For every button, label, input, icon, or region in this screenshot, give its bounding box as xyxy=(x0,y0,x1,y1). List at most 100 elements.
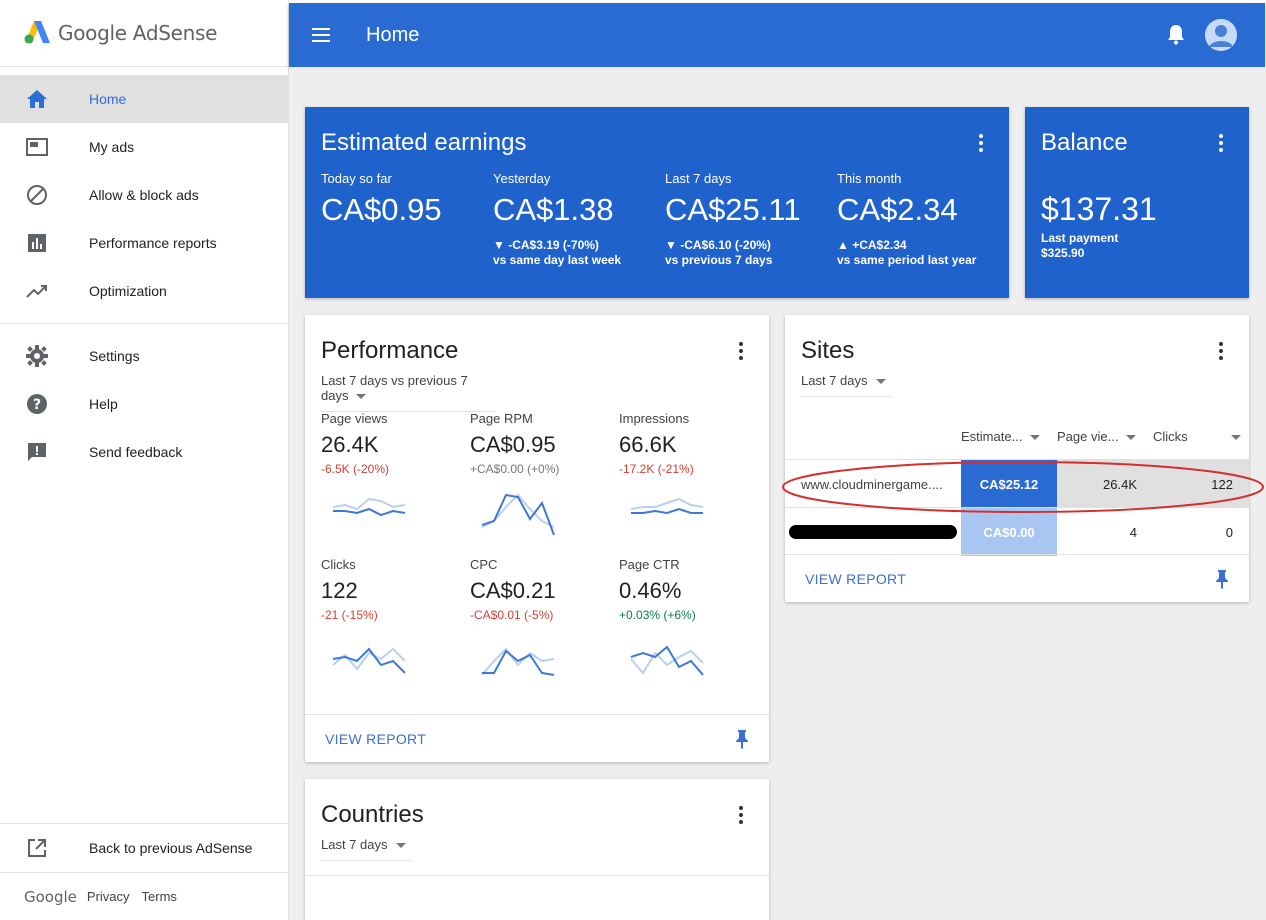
sidebar-item-performance-reports[interactable]: Performance reports xyxy=(0,219,288,267)
metric-label: CPC xyxy=(470,557,498,572)
column-header-estimated-earnings[interactable]: Estimate... xyxy=(961,429,1041,444)
sidebar-item-label: My ads xyxy=(89,139,135,155)
sidebar-item-optimization[interactable]: Optimization xyxy=(0,267,288,315)
metric-label: Clicks xyxy=(321,557,356,572)
metric-value: 0.46% xyxy=(619,578,682,603)
sparkline-page-ctr xyxy=(630,645,704,676)
last-payment-value: $325.90 xyxy=(1041,246,1085,260)
metric-label: Page views xyxy=(321,411,388,426)
sidebar-item-label: Send feedback xyxy=(89,444,183,460)
earnings-last-7-days: Last 7 days CA$25.11 ▼ -CA$6.10 (-20%) v… xyxy=(665,171,801,267)
pin-icon[interactable] xyxy=(1215,569,1229,594)
back-to-previous-adsense-link[interactable]: Back to previous AdSense xyxy=(0,824,288,872)
adsense-logo[interactable]: Google AdSense xyxy=(0,0,288,67)
earnings-this-month: This month CA$2.34 ▲ +CA$2.34 vs same pe… xyxy=(837,171,976,267)
metric-page-views[interactable]: Page views 26.4K -6.5K (-20%) xyxy=(321,411,461,476)
card-title: Sites xyxy=(801,337,855,364)
terms-link[interactable]: Terms xyxy=(142,889,177,904)
feedback-icon xyxy=(25,440,49,464)
more-vert-icon[interactable] xyxy=(1211,341,1231,361)
earnings-label: Last 7 days xyxy=(665,171,732,186)
date-range-dropdown[interactable]: Last 7 days vs previous 7 days xyxy=(321,373,496,412)
sidebar-item-my-ads[interactable]: My ads xyxy=(0,123,288,171)
card-divider xyxy=(305,875,769,876)
more-vert-icon[interactable] xyxy=(731,805,751,825)
column-header-clicks[interactable]: Clicks xyxy=(1153,429,1241,444)
date-range-label: Last 7 days xyxy=(321,837,388,852)
view-report-button[interactable]: VIEW REPORT xyxy=(805,571,906,587)
earnings-value: CA$0.95 xyxy=(321,192,442,227)
card-title: Countries xyxy=(321,801,424,828)
sidebar-item-settings[interactable]: Settings xyxy=(0,332,288,380)
metric-change: -21 (-15%) xyxy=(321,608,378,622)
sidebar-item-label: Optimization xyxy=(89,283,167,299)
main-content: Estimated earnings Today so far CA$0.95 … xyxy=(289,67,1266,920)
notifications-bell-icon[interactable] xyxy=(1167,24,1185,50)
metric-value: CA$0.21 xyxy=(470,578,556,603)
metric-label: Impressions xyxy=(619,411,690,426)
metric-page-rpm[interactable]: Page RPM CA$0.95 +CA$0.00 (+0%) xyxy=(470,411,610,476)
estimated-earnings-card: Estimated earnings Today so far CA$0.95 … xyxy=(305,107,1009,298)
privacy-link[interactable]: Privacy xyxy=(87,889,130,904)
earnings-change: ▲ +CA$2.34 xyxy=(837,238,907,252)
date-range-dropdown[interactable]: Last 7 days xyxy=(801,373,891,397)
metric-value: 26.4K xyxy=(321,432,379,457)
earnings-value: CA$1.38 xyxy=(493,192,614,227)
menu-icon[interactable] xyxy=(289,28,353,42)
sparkline-page-views xyxy=(332,497,406,517)
metric-impressions[interactable]: Impressions 66.6K -17.2K (-21%) xyxy=(619,411,759,476)
sidebar-divider xyxy=(0,323,288,324)
account-avatar[interactable] xyxy=(1205,19,1237,51)
adsense-logo-icon xyxy=(24,21,52,45)
back-link-label: Back to previous AdSense xyxy=(89,840,253,856)
card-footer: VIEW REPORT xyxy=(305,714,769,762)
metric-page-ctr[interactable]: Page CTR 0.46% +0.03% (+6%) xyxy=(619,557,759,622)
block-icon xyxy=(25,183,49,207)
metric-change: -CA$0.01 (-5%) xyxy=(470,608,554,622)
earnings-value: CA$25.11 xyxy=(665,192,801,227)
sidebar: Google AdSense Home My ads Allow & block… xyxy=(0,0,289,920)
home-icon xyxy=(25,87,49,111)
balance-value: $137.31 xyxy=(1041,191,1157,227)
sidebar-item-label: Allow & block ads xyxy=(89,187,199,203)
more-vert-icon[interactable] xyxy=(731,341,751,361)
earnings-compare: vs same period last year xyxy=(837,253,977,267)
dropdown-arrow-icon xyxy=(875,379,886,385)
metric-cpc[interactable]: CPC CA$0.21 -CA$0.01 (-5%) xyxy=(470,557,610,622)
metric-change: +0.03% (+6%) xyxy=(619,608,696,622)
earnings-label: Today so far xyxy=(321,171,392,186)
column-header-label: Page vie... xyxy=(1057,429,1119,444)
earnings-compare: vs same day last week xyxy=(493,253,622,267)
google-wordmark: Google xyxy=(24,887,77,906)
pin-icon[interactable] xyxy=(735,729,749,754)
sparkline-clicks xyxy=(332,647,406,674)
sidebar-item-label: Settings xyxy=(89,348,140,364)
card-title: Performance xyxy=(321,337,459,364)
last-payment-label: Last payment xyxy=(1041,231,1119,245)
svg-text:?: ? xyxy=(33,397,41,413)
more-vert-icon[interactable] xyxy=(971,133,991,153)
metric-label: Page CTR xyxy=(619,557,680,572)
sidebar-item-send-feedback[interactable]: Send feedback xyxy=(0,428,288,476)
metric-clicks[interactable]: Clicks 122 -21 (-15%) xyxy=(321,557,461,622)
balance-card: Balance $137.31 Last payment $325.90 xyxy=(1025,107,1249,298)
sparkline-page-rpm xyxy=(481,493,555,536)
more-vert-icon[interactable] xyxy=(1211,133,1231,153)
earnings-value: CA$2.34 xyxy=(837,192,958,227)
view-report-button[interactable]: VIEW REPORT xyxy=(325,731,426,747)
sidebar-item-allow-block[interactable]: Allow & block ads xyxy=(0,171,288,219)
column-header-page-views[interactable]: Page vie... xyxy=(1057,429,1137,444)
sidebar-item-home[interactable]: Home xyxy=(0,75,288,123)
earnings-today: Today so far CA$0.95 xyxy=(321,171,442,228)
sparkline-impressions xyxy=(630,497,704,515)
date-range-dropdown[interactable]: Last 7 days xyxy=(321,837,411,861)
column-header-label: Clicks xyxy=(1153,429,1188,444)
earnings-label: This month xyxy=(837,171,902,186)
metric-value: 122 xyxy=(321,578,358,603)
sidebar-item-help[interactable]: ? Help xyxy=(0,380,288,428)
metric-change: -6.5K (-20%) xyxy=(321,462,390,476)
metric-value: 66.6K xyxy=(619,432,677,457)
open-in-new-icon xyxy=(25,836,49,860)
card-title: Balance xyxy=(1041,129,1128,156)
date-range-label: Last 7 days xyxy=(801,373,868,388)
